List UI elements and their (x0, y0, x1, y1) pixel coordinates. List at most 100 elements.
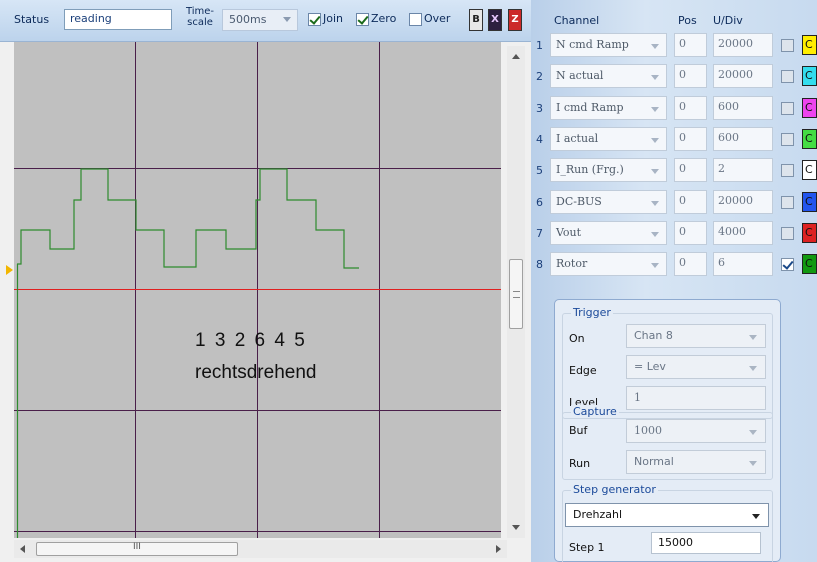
b-button[interactable]: B (469, 9, 483, 31)
channel-pos-field[interactable]: 0 (674, 158, 707, 183)
capture-buf-label: Buf (569, 424, 588, 437)
channel-pos-field[interactable]: 0 (674, 189, 707, 214)
vertical-scrollbar[interactable] (507, 46, 525, 538)
step1-input[interactable]: 15000 (651, 532, 761, 554)
x-button[interactable]: X (488, 9, 502, 31)
channel-row: 7 Vout 0 4000 C (531, 220, 817, 246)
channel-color-button[interactable]: C (802, 160, 817, 181)
z-button[interactable]: Z (508, 9, 522, 31)
channel-header: Channel (554, 14, 600, 27)
chevron-down-icon (749, 335, 757, 340)
scroll-down-icon[interactable] (512, 525, 520, 530)
channel-signal-select[interactable]: I cmd Ramp (550, 95, 667, 120)
channel-signal-select[interactable]: I actual (550, 126, 667, 151)
channel-color-button[interactable]: C (802, 222, 817, 243)
scope-toolbar: Status reading Time- scale 500ms Join Ze… (0, 0, 531, 42)
capture-buf-select[interactable]: 1000 (626, 419, 766, 443)
channel-enable-checkbox[interactable] (781, 39, 794, 52)
channel-enable-checkbox[interactable] (781, 101, 794, 115)
channel-color-button[interactable]: C (802, 191, 817, 212)
channel-udiv-field[interactable]: 600 (713, 126, 773, 151)
channel-udiv-field[interactable]: 20000 (713, 189, 773, 214)
chevron-down-icon (651, 169, 659, 175)
channel-enable-checkbox[interactable] (781, 195, 794, 209)
step-generator-group: Step generator Drehzahl Step 1 15000 (562, 483, 773, 562)
chevron-down-icon (651, 231, 659, 237)
chevron-down-icon (749, 430, 757, 435)
capture-title: Capture (571, 405, 619, 418)
channel-signal-select[interactable]: N cmd Ramp (550, 33, 667, 57)
channel-udiv-field[interactable]: 20000 (713, 64, 773, 89)
channel-pos-field[interactable]: 0 (674, 95, 707, 120)
channel-udiv-field[interactable]: 20000 (713, 33, 773, 57)
channel-number: 5 (536, 164, 543, 178)
channel-enable-checkbox[interactable] (781, 132, 794, 146)
trigger-group: Trigger On Chan 8 Edge = Lev Level 1 (562, 306, 773, 419)
channel-signal-select[interactable]: Vout (550, 220, 667, 245)
step-generator-mode-select[interactable]: Drehzahl (565, 503, 769, 527)
channel-pos-field[interactable]: 0 (674, 64, 707, 89)
trigger-level-marker[interactable] (6, 265, 13, 275)
trigger-capture-panel: Trigger On Chan 8 Edge = Lev Level 1 Cap… (554, 299, 781, 562)
over-checkbox[interactable] (409, 13, 422, 26)
channel-pos-field[interactable]: 0 (674, 126, 707, 151)
channel-signal-value: I_Run (Frg.) (556, 163, 624, 177)
channel-row: 1 N cmd Ramp 0 20000 C (531, 32, 817, 58)
channel-number: 4 (536, 132, 543, 146)
channel-signal-select[interactable]: I_Run (Frg.) (550, 158, 667, 183)
trigger-level-field[interactable]: 1 (626, 386, 766, 410)
channel-row: 6 DC-BUS 0 20000 C (531, 189, 817, 215)
channel-number: 1 (536, 39, 543, 52)
channel-number: 7 (536, 226, 543, 240)
channel-signal-select[interactable]: N actual (550, 64, 667, 89)
chevron-down-icon (749, 461, 757, 466)
trigger-edge-select[interactable]: = Lev (626, 355, 766, 379)
channel-pos-field[interactable]: 0 (674, 252, 707, 277)
channel-signal-select[interactable]: Rotor (550, 252, 667, 277)
capture-run-select[interactable]: Normal (626, 450, 766, 474)
channel-color-button[interactable]: C (802, 128, 817, 149)
step-sequence-annotation: 1 3 2 6 4 5 (195, 330, 305, 351)
zero-checkbox[interactable] (356, 13, 369, 26)
channel-udiv-field[interactable]: 4000 (713, 220, 773, 245)
channel-pos-field[interactable]: 0 (674, 220, 707, 245)
step-generator-mode-value: Drehzahl (573, 508, 623, 521)
channel-udiv-field[interactable]: 6 (713, 252, 773, 277)
channel-row: 5 I_Run (Frg.) 0 2 C (531, 157, 817, 183)
channel-enable-checkbox[interactable] (781, 164, 794, 178)
chevron-down-icon (651, 137, 659, 143)
pos-header: Pos (678, 14, 697, 27)
channel-udiv-field[interactable]: 600 (713, 95, 773, 120)
vertical-scroll-thumb[interactable] (509, 259, 523, 329)
timescale-value: 500ms (229, 13, 267, 26)
horizontal-scrollbar[interactable]: III (14, 540, 507, 558)
scroll-up-icon[interactable] (512, 54, 520, 59)
chevron-down-icon (651, 263, 659, 269)
channel-number: 3 (536, 101, 543, 115)
horizontal-scroll-thumb[interactable]: III (36, 542, 238, 556)
timescale-select[interactable]: 500ms (222, 9, 298, 31)
channel-signal-select[interactable]: DC-BUS (550, 189, 667, 214)
channel-color-button[interactable]: C (802, 66, 817, 87)
channel-color-button[interactable]: C (802, 97, 817, 118)
capture-buf-value: 1000 (634, 424, 662, 437)
channel-color-button[interactable]: C (802, 35, 817, 55)
chevron-down-icon (651, 200, 659, 206)
channel-udiv-field[interactable]: 2 (713, 158, 773, 183)
channel-enable-checkbox[interactable] (781, 226, 794, 240)
channel-color-button[interactable]: C (802, 254, 817, 275)
channel-enable-checkbox[interactable] (781, 258, 794, 272)
channel-pos-field[interactable]: 0 (674, 33, 707, 57)
join-checkbox[interactable] (308, 13, 321, 26)
trigger-on-value: Chan 8 (634, 329, 673, 342)
scope-plot-area[interactable]: 1 3 2 6 4 5 rechtsdrehend (14, 42, 501, 538)
scroll-left-icon[interactable] (20, 545, 25, 553)
chevron-down-icon (651, 44, 659, 49)
status-label: Status (14, 13, 50, 26)
scroll-right-icon[interactable] (496, 545, 501, 553)
capture-group: Capture Buf 1000 Run Normal (562, 405, 773, 480)
trigger-on-select[interactable]: Chan 8 (626, 324, 766, 348)
channel-signal-value: I actual (556, 131, 599, 145)
chevron-down-icon (749, 366, 757, 371)
channel-enable-checkbox[interactable] (781, 70, 794, 84)
